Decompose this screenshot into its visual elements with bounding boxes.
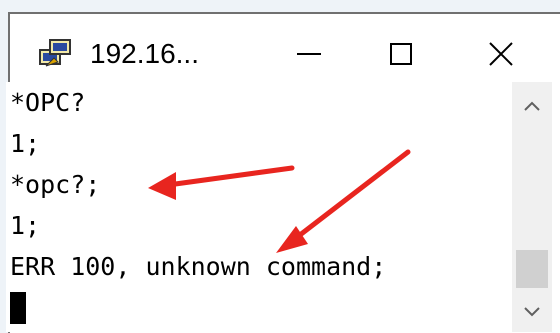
scroll-down-button[interactable] [512,292,552,332]
chevron-up-icon [524,101,540,111]
scroll-up-button[interactable] [512,86,552,126]
window-title: 192.16... [90,38,199,69]
terminal-line: *opc?; [10,170,101,199]
close-icon [489,42,513,66]
minimize-button[interactable] [278,28,340,80]
terminal-line: *OPC? [10,88,86,117]
close-button[interactable] [470,28,532,80]
title-bar[interactable]: 192.16... [10,14,560,92]
screenshot-canvas: 192.16... *OPC? 1; *opc?; 1; ERR 100, un… [0,0,560,333]
terminal-line: 1; [10,211,41,240]
maximize-button[interactable] [370,28,432,80]
terminal-cursor [10,292,26,324]
putty-icon[interactable] [36,36,74,70]
maximize-icon [390,43,412,65]
chevron-down-icon [524,307,540,317]
vertical-scrollbar[interactable] [512,82,552,332]
terminal-line: 1; [10,129,41,158]
terminal-output[interactable]: *OPC? 1; *opc?; 1; ERR 100, unknown comm… [6,82,512,332]
terminal-line: ERR 100, unknown command; [10,252,387,281]
scroll-thumb[interactable] [516,250,548,288]
minimize-icon [297,53,321,55]
